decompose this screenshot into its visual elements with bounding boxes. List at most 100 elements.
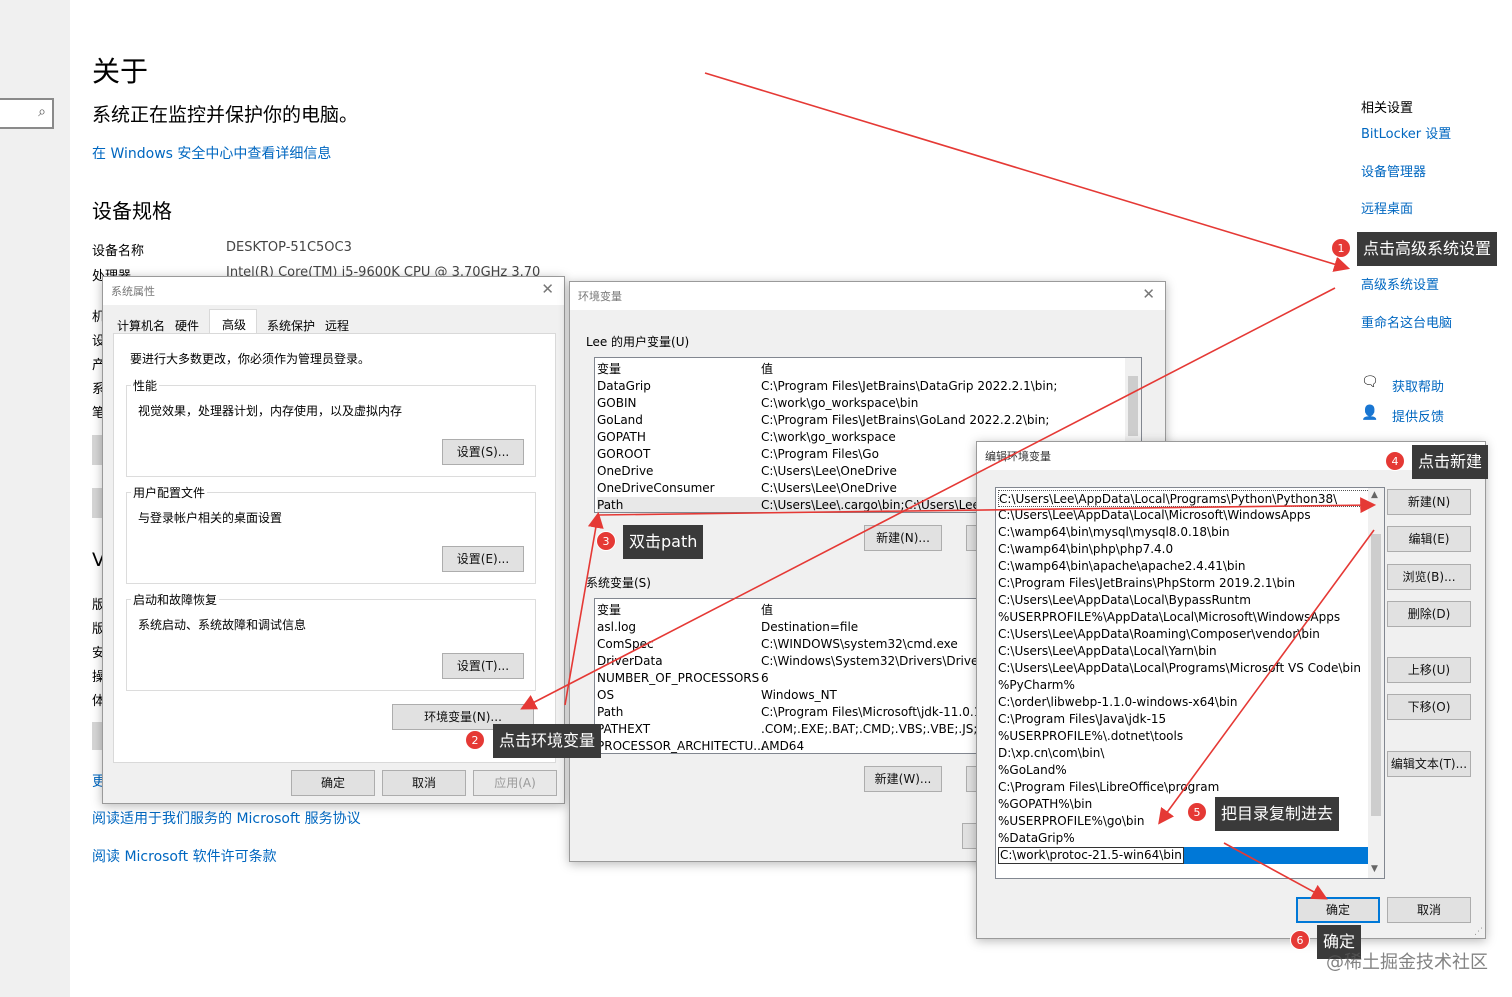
list-item[interactable]: C:\Users\Lee\AppData\Roaming\Composer\ve… [998, 626, 1384, 643]
user-profiles-settings-button[interactable]: 设置(E)... [442, 546, 524, 572]
page-title: 关于 [92, 55, 149, 88]
user-profiles-group: 用户配置文件 与登录帐户相关的桌面设置 设置(E)... [126, 484, 536, 584]
list-header: 变量 值 [597, 603, 774, 617]
table-row[interactable]: GOBIN C:\work\go_workspace\bin [597, 395, 1141, 412]
tab-system-protection[interactable]: 系统保护 [267, 317, 315, 334]
feedback-link[interactable]: 提供反馈 [1392, 406, 1444, 425]
performance-group: 性能 视觉效果，处理器计划，内存使用，以及虚拟内存 设置(S)... [126, 377, 536, 477]
user-variables-label: Lee 的用户变量(U) [586, 335, 690, 349]
list-item[interactable]: C:\Users\Lee\AppData\Local\Microsoft\Win… [998, 507, 1384, 524]
list-item[interactable]: C:\Program Files\Java\jdk-15 [998, 711, 1384, 728]
edit-entry-button[interactable]: 编辑(E) [1387, 526, 1471, 552]
list-item[interactable]: C:\wamp64\bin\apache\apache2.4.41\bin [998, 558, 1384, 575]
table-row[interactable]: ComSpec C:\WINDOWS\system32\cmd.exe [597, 636, 1003, 653]
watermark: @稀土掘金技术社区 [1326, 952, 1488, 973]
edit-environment-variable-dialog: 编辑环境变量 ✕ C:\Users\Lee\AppData\Local\Prog… [976, 441, 1486, 939]
startup-recovery-label: 启动和故障恢复 [131, 591, 220, 608]
user-new-button[interactable]: 新建(N)... [864, 525, 942, 551]
move-down-button[interactable]: 下移(O) [1387, 694, 1471, 720]
list-item[interactable]: C:\Users\Lee\AppData\Local\Yarn\bin [998, 643, 1384, 660]
startup-recovery-group: 启动和故障恢复 系统启动、系统故障和调试信息 设置(T)... [126, 591, 536, 691]
scroll-down-icon[interactable]: ▼ [1371, 864, 1378, 874]
browse-button[interactable]: 浏览(B)... [1387, 564, 1471, 590]
remote-desktop-link[interactable]: 远程桌面 [1361, 198, 1413, 217]
security-center-link[interactable]: 在 Windows 安全中心中查看详细信息 [92, 143, 331, 163]
ok-button[interactable]: 确定 [1296, 897, 1380, 923]
user-profiles-label: 用户配置文件 [131, 484, 208, 501]
list-item[interactable]: %GoLand% [998, 762, 1384, 779]
bitlocker-settings-link[interactable]: BitLocker 设置 [1361, 123, 1451, 142]
system-variables-list[interactable]: 变量 值 asl.log Destination=file ComSpec C:\W… [594, 598, 1004, 754]
list-item[interactable]: C:\order\libwebp-1.1.0-windows-x64\bin [998, 694, 1384, 711]
user-profiles-description: 与登录帐户相关的桌面设置 [138, 511, 283, 525]
step-badge: 3 [596, 531, 616, 551]
settings-search-box[interactable]: ⌕ [0, 98, 54, 129]
close-icon[interactable]: ✕ [541, 280, 554, 298]
move-up-button[interactable]: 上移(U) [1387, 657, 1471, 683]
services-agreement-link[interactable]: 阅读适用于我们服务的 Microsoft 服务协议 [92, 808, 361, 828]
list-item[interactable]: C:\Users\Lee\AppData\Local\Programs\Micr… [998, 660, 1384, 677]
rename-pc-link[interactable]: 重命名这台电脑 [1361, 312, 1452, 331]
list-item[interactable]: %PyCharm% [998, 677, 1384, 694]
scrollbar[interactable]: ▲ ▼ [1368, 488, 1384, 878]
list-header: 变量 值 [597, 362, 774, 376]
performance-settings-button[interactable]: 设置(S)... [442, 439, 524, 465]
list-item[interactable]: C:\Users\Lee\AppData\Local\Programs\Pyth… [998, 490, 1384, 507]
startup-recovery-settings-button[interactable]: 设置(T)... [442, 653, 524, 679]
performance-label: 性能 [131, 377, 160, 394]
tab-hardware[interactable]: 硬件 [175, 317, 199, 334]
admin-note: 要进行大多数更改，你必须作为管理员登录。 [130, 352, 371, 366]
new-entry-button[interactable]: 新建(N) [1387, 489, 1471, 515]
table-row[interactable]: PROCESSOR_ARCHITECTU... AMD64 [597, 738, 1003, 753]
list-item[interactable]: %USERPROFILE%\.dotnet\tools [998, 728, 1384, 745]
delete-entry-button[interactable]: 删除(D) [1387, 601, 1471, 627]
tab-remote[interactable]: 远程 [325, 317, 349, 334]
table-row[interactable]: DataGrip C:\Program Files\JetBrains\DataG… [597, 378, 1141, 395]
table-row[interactable]: DriverData C:\Windows\System32\Drivers\Dr… [597, 653, 1003, 670]
list-item[interactable]: C:\wamp64\bin\mysql\mysql8.0.18\bin [998, 524, 1384, 541]
scrollbar-thumb[interactable] [1371, 534, 1381, 816]
title-bar: 环境变量 ✕ [570, 282, 1165, 310]
list-item[interactable]: C:\wamp64\bin\php\php7.4.0 [998, 541, 1384, 558]
table-row[interactable]: NUMBER_OF_PROCESSORS 6 [597, 670, 1003, 687]
list-item[interactable]: %USERPROFILE%\AppData\Local\Microsoft\Wi… [998, 609, 1384, 626]
list-item[interactable]: C:\Users\Lee\AppData\Local\BypassRuntm [998, 592, 1384, 609]
table-row[interactable]: OS Windows_NT [597, 687, 1003, 704]
protection-status: 系统正在监控并保护你的电脑。 [92, 104, 359, 126]
list-item[interactable]: %DataGrip% [998, 830, 1384, 847]
scroll-up-icon[interactable]: ▲ [1371, 490, 1378, 500]
tab-advanced-active[interactable]: 高级 [209, 309, 257, 335]
list-item-editing[interactable]: C:\work\protoc-21.5-win64\bin [998, 847, 1368, 864]
step-badge: 2 [465, 730, 485, 750]
dialog-title: 系统属性 [111, 285, 155, 298]
get-help-link[interactable]: 获取帮助 [1392, 376, 1444, 395]
device-manager-link[interactable]: 设备管理器 [1361, 161, 1426, 180]
list-item[interactable]: C:\Program Files\JetBrains\PhpStorm 2019… [998, 575, 1384, 592]
cancel-button[interactable]: 取消 [382, 770, 466, 796]
tab-computer-name[interactable]: 计算机名 [117, 317, 165, 334]
table-row[interactable]: GoLand C:\Program Files\JetBrains\GoLand … [597, 412, 1141, 429]
dialog-title: 编辑环境变量 [985, 450, 1051, 463]
feedback-icon: 👤 [1361, 405, 1379, 421]
ok-button[interactable]: 确定 [291, 770, 375, 796]
step-badge: 5 [1187, 802, 1207, 822]
apply-button[interactable]: 应用(A) [473, 770, 557, 796]
resize-grip-icon[interactable]: ⋰ [1474, 927, 1483, 937]
table-row[interactable]: asl.log Destination=file [597, 619, 1003, 636]
close-icon[interactable]: ✕ [1142, 285, 1155, 303]
edit-text-button[interactable]: 编辑文本(T)... [1387, 751, 1471, 777]
performance-description: 视觉效果，处理器计划，内存使用，以及虚拟内存 [138, 404, 403, 418]
path-entry-editor[interactable]: C:\work\protoc-21.5-win64\bin [998, 847, 1184, 864]
advanced-system-settings-link[interactable]: 高级系统设置 [1361, 274, 1439, 293]
title-bar: 编辑环境变量 ✕ [977, 442, 1485, 470]
cancel-button[interactable]: 取消 [1387, 897, 1471, 923]
license-terms-link[interactable]: 阅读 Microsoft 软件许可条款 [92, 846, 277, 866]
device-name-value: DESKTOP-51C5OC3 [226, 240, 352, 255]
list-item[interactable]: C:\Program Files\LibreOffice\program [998, 779, 1384, 796]
table-row[interactable]: PATHEXT .COM;.EXE;.BAT;.CMD;.VBS;.VBE;.JS… [597, 721, 1003, 738]
list-item[interactable]: D:\xp.cn\com\bin\ [998, 745, 1384, 762]
table-row[interactable]: Path C:\Program Files\Microsoft\jdk-11.0.… [597, 704, 1003, 721]
device-specs-heading: 设备规格 [92, 199, 172, 223]
scrollbar-thumb[interactable] [1128, 376, 1138, 436]
system-new-button[interactable]: 新建(W)... [864, 766, 942, 792]
